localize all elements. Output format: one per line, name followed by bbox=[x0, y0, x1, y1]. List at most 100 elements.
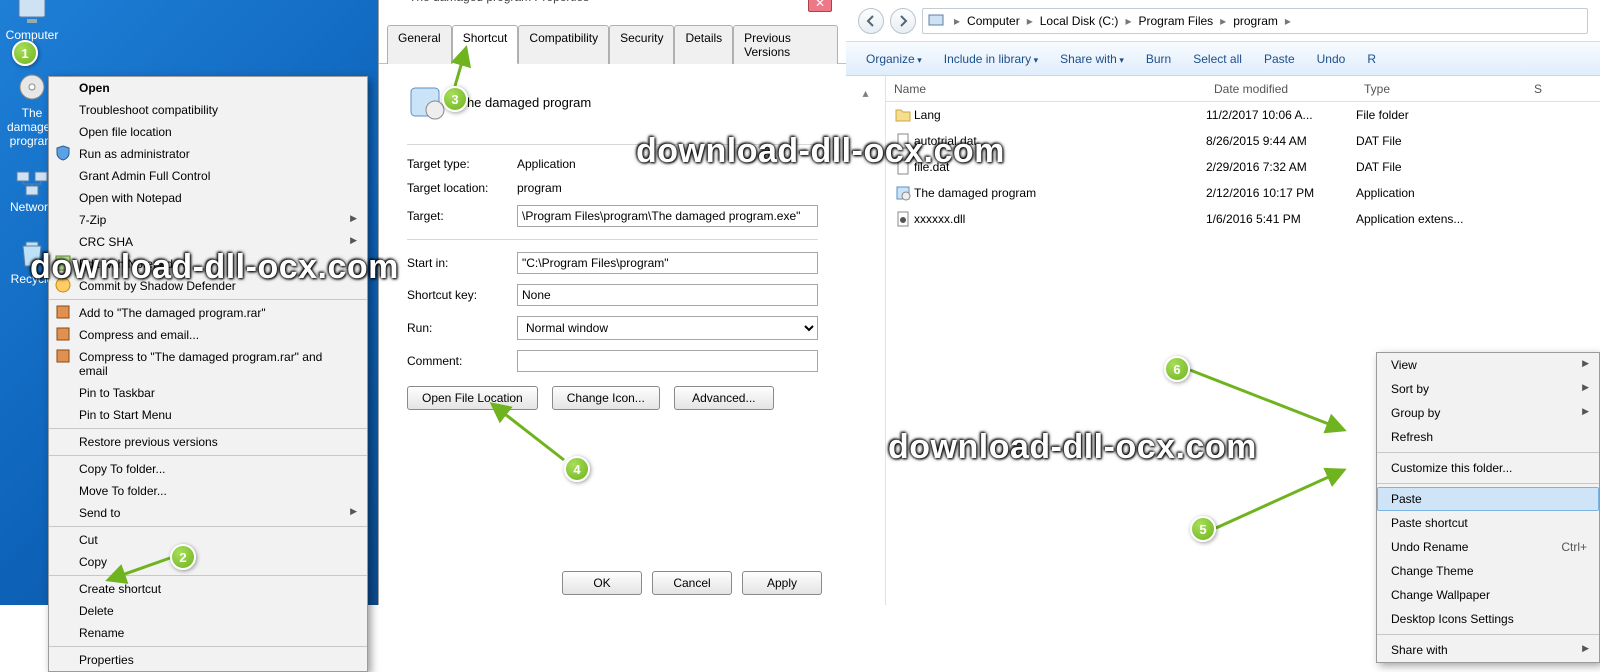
step-badge-4: 4 bbox=[564, 456, 590, 482]
comment-input[interactable] bbox=[517, 350, 818, 372]
file-row[interactable]: Lang11/2/2017 10:06 A...File folder bbox=[886, 102, 1600, 128]
ectx-change-wallpaper[interactable]: Change Wallpaper bbox=[1377, 583, 1599, 607]
explorer-nav: Computer Local Disk (C:) Program Files p… bbox=[846, 0, 1600, 42]
ctx-create-shortcut[interactable]: Create shortcut bbox=[49, 578, 367, 600]
ctx-send-to[interactable]: Send to bbox=[49, 502, 367, 524]
ectx-group[interactable]: Group by bbox=[1377, 401, 1599, 425]
shortcutkey-input[interactable] bbox=[517, 284, 818, 306]
ctx-open-file-location[interactable]: Open file location bbox=[49, 121, 367, 143]
ectx-customize[interactable]: Customize this folder... bbox=[1377, 456, 1599, 480]
crumb-programfiles[interactable]: Program Files bbox=[1136, 14, 1215, 28]
forward-button[interactable] bbox=[890, 8, 916, 34]
target-input[interactable] bbox=[517, 205, 818, 227]
shortcut-name-input[interactable] bbox=[459, 95, 818, 110]
cmd-organize[interactable]: Organize bbox=[866, 52, 922, 66]
back-button[interactable] bbox=[858, 8, 884, 34]
ectx-paste-shortcut[interactable]: Paste shortcut bbox=[1377, 511, 1599, 535]
ctx-add-rar[interactable]: Add to "The damaged program.rar" bbox=[49, 302, 367, 324]
ctx-7zip[interactable]: 7-Zip bbox=[49, 209, 367, 231]
file-name: Lang bbox=[914, 108, 1206, 122]
desktop-icon-computer[interactable]: Computer bbox=[2, 0, 62, 42]
ctx-open-notepad[interactable]: Open with Notepad bbox=[49, 187, 367, 209]
ectx-undo-rename[interactable]: Undo RenameCtrl+ bbox=[1377, 535, 1599, 559]
close-button[interactable]: ✕ bbox=[808, 0, 832, 12]
ectx-refresh[interactable]: Refresh bbox=[1377, 425, 1599, 449]
tab-shortcut[interactable]: Shortcut bbox=[452, 25, 519, 64]
ctx-delete[interactable]: Delete bbox=[49, 600, 367, 622]
ctx-edit-npp[interactable]: Edit with Notepad++ bbox=[49, 253, 367, 275]
cmd-r[interactable]: R bbox=[1367, 52, 1376, 66]
shield-icon bbox=[55, 145, 71, 161]
cmd-paste[interactable]: Paste bbox=[1264, 52, 1295, 66]
ectx-change-theme[interactable]: Change Theme bbox=[1377, 559, 1599, 583]
ectx-paste[interactable]: Paste bbox=[1377, 487, 1599, 511]
col-name[interactable]: Name bbox=[886, 82, 1206, 96]
open-file-location-button[interactable]: Open File Location bbox=[407, 386, 538, 410]
ctx-compress-email[interactable]: Compress and email... bbox=[49, 324, 367, 346]
cancel-button[interactable]: Cancel bbox=[652, 571, 732, 595]
file-row[interactable]: file.dat2/29/2016 7:32 AMDAT File bbox=[886, 154, 1600, 180]
col-size[interactable]: S bbox=[1526, 82, 1600, 96]
ctx-compress-rar-email[interactable]: Compress to "The damaged program.rar" an… bbox=[49, 346, 367, 382]
ectx-sort[interactable]: Sort by bbox=[1377, 377, 1599, 401]
tab-security[interactable]: Security bbox=[609, 25, 674, 64]
crumb-computer[interactable]: Computer bbox=[965, 14, 1022, 28]
ctx-troubleshoot[interactable]: Troubleshoot compatibility bbox=[49, 99, 367, 121]
file-type: DAT File bbox=[1356, 134, 1526, 148]
cmd-include[interactable]: Include in library bbox=[944, 52, 1038, 66]
column-headers[interactable]: Name Date modified Type S bbox=[886, 76, 1600, 102]
crumb-program[interactable]: program bbox=[1231, 14, 1280, 28]
file-row[interactable]: xxxxxx.dll1/6/2016 5:41 PMApplication ex… bbox=[886, 206, 1600, 232]
tab-general[interactable]: General bbox=[387, 25, 452, 64]
ectx-desktop-icons[interactable]: Desktop Icons Settings bbox=[1377, 607, 1599, 631]
breadcrumb[interactable]: Computer Local Disk (C:) Program Files p… bbox=[922, 8, 1588, 34]
ctx-pin-taskbar[interactable]: Pin to Taskbar bbox=[49, 382, 367, 404]
ctx-move-to[interactable]: Move To folder... bbox=[49, 480, 367, 502]
ectx-share-with[interactable]: Share with bbox=[1377, 638, 1599, 662]
col-modified[interactable]: Date modified bbox=[1206, 82, 1356, 96]
ctx-pin-start[interactable]: Pin to Start Menu bbox=[49, 404, 367, 426]
cmd-undo[interactable]: Undo bbox=[1317, 52, 1346, 66]
tab-details[interactable]: Details bbox=[674, 25, 733, 64]
advanced-button[interactable]: Advanced... bbox=[674, 386, 774, 410]
col-type[interactable]: Type bbox=[1356, 82, 1526, 96]
apply-button[interactable]: Apply bbox=[742, 571, 822, 595]
cmd-share[interactable]: Share with bbox=[1060, 52, 1124, 66]
explorer-context-menu: View Sort by Group by Refresh Customize … bbox=[1376, 352, 1600, 663]
ctx-copy[interactable]: Copy bbox=[49, 551, 367, 573]
ctx-grant-admin[interactable]: Grant Admin Full Control bbox=[49, 165, 367, 187]
cmd-burn[interactable]: Burn bbox=[1146, 52, 1171, 66]
ctx-rename[interactable]: Rename bbox=[49, 622, 367, 644]
desktop-icon-label: Computer bbox=[6, 28, 59, 42]
tree-pane[interactable]: ▴ bbox=[846, 76, 886, 605]
file-name: xxxxxx.dll bbox=[914, 212, 1206, 226]
ctx-crc-sha[interactable]: CRC SHA bbox=[49, 231, 367, 253]
file-row[interactable]: autotrial.dat8/26/2015 9:44 AMDAT File bbox=[886, 128, 1600, 154]
run-select[interactable]: Normal window bbox=[517, 316, 818, 340]
file-row[interactable]: The damaged program2/12/2016 10:17 PMApp… bbox=[886, 180, 1600, 206]
file-type: File folder bbox=[1356, 108, 1526, 122]
tab-previous-versions[interactable]: Previous Versions bbox=[733, 25, 838, 64]
change-icon-button[interactable]: Change Icon... bbox=[552, 386, 660, 410]
label-target-type: Target type: bbox=[407, 157, 517, 171]
tree-scroll-up-icon[interactable]: ▴ bbox=[846, 86, 885, 100]
ctx-cut[interactable]: Cut bbox=[49, 529, 367, 551]
ctx-shadow-defender[interactable]: Commit by Shadow Defender bbox=[49, 275, 367, 297]
ctx-run-admin[interactable]: Run as administrator bbox=[49, 143, 367, 165]
ctx-restore-prev[interactable]: Restore previous versions bbox=[49, 431, 367, 453]
label-shortcut-key: Shortcut key: bbox=[407, 288, 517, 302]
tab-compatibility[interactable]: Compatibility bbox=[518, 25, 609, 64]
ctx-copy-to[interactable]: Copy To folder... bbox=[49, 458, 367, 480]
ectx-view[interactable]: View bbox=[1377, 353, 1599, 377]
ok-button[interactable]: OK bbox=[562, 571, 642, 595]
crumb-localdisk[interactable]: Local Disk (C:) bbox=[1038, 14, 1121, 28]
file-name: autotrial.dat bbox=[914, 134, 1206, 148]
step-badge-2: 2 bbox=[170, 544, 196, 570]
cmd-selectall[interactable]: Select all bbox=[1193, 52, 1242, 66]
ctx-properties[interactable]: Properties bbox=[49, 649, 367, 671]
label-target-location: Target location: bbox=[407, 181, 517, 195]
label-target: Target: bbox=[407, 209, 517, 223]
startin-input[interactable] bbox=[517, 252, 818, 274]
file-modified: 2/12/2016 10:17 PM bbox=[1206, 186, 1356, 200]
ctx-open[interactable]: Open bbox=[49, 77, 367, 99]
